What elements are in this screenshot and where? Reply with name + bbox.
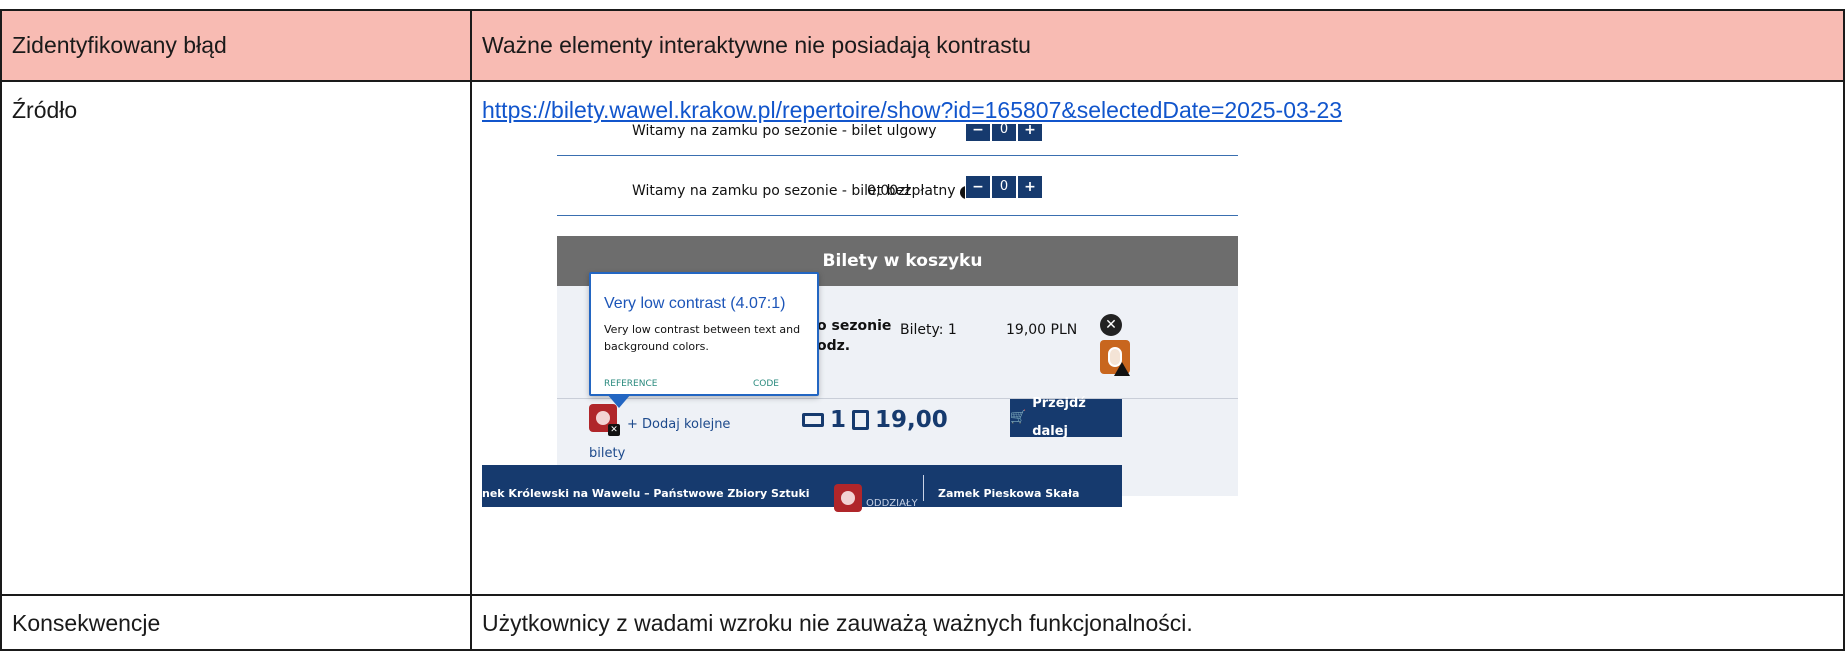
tooltip-code-link[interactable]: CODE [753,370,779,398]
contrast-tooltip: Very low contrast (4.07:1) Very low cont… [589,272,819,396]
value-identified-error: Ważne elementy interaktywne nie posiadaj… [470,9,1845,82]
footer-divider [923,475,924,501]
add-more-tickets-link[interactable]: + Dodaj kolejne [627,411,730,439]
cart-item-title: po sezonie godz. [807,316,891,356]
ticket-price: 0,00zł [867,183,910,199]
proceed-button-label: Przejdź dalej [1032,396,1086,439]
cart-summary: 1 19,00 [802,406,948,434]
qty-stepper: − 0 + [965,175,1043,199]
source-link[interactable]: https://bilety.wawel.krakow.pl/repertoir… [482,97,1342,123]
ticket-row-cut-text: Witamy na zamku po sezonie - bilet ulgow… [632,124,937,139]
row-source: Źródło https://bilety.wawel.krakow.pl/re… [0,80,1845,596]
calculator-icon [852,410,870,430]
qty-value: 0 [991,175,1017,199]
add-more-tickets-link-cont[interactable]: bilety [589,440,625,468]
warning-icon [1114,362,1130,376]
summary-total: 19,00 [875,407,948,433]
tooltip-body: Very low contrast between text and backg… [604,323,801,353]
cart-item-line2: godz. [807,338,851,354]
footer-left-link[interactable]: nek Królewski na Wawelu – Państwowe Zbio… [482,480,810,508]
source-cell: https://bilety.wawel.krakow.pl/repertoir… [470,80,1845,596]
cart-icon: 🛒 [1010,410,1027,425]
ticket-name: Witamy na zamku po sezonie - bilet bezpł… [632,177,973,205]
label-source: Źródło [0,80,472,596]
row-consequences: Konsekwencje Użytkownicy z wadami wzroku… [0,594,1845,651]
cart-divider [557,398,1238,399]
contrast-error-icon-footer[interactable] [834,484,862,512]
qty-minus-button[interactable]: − [965,175,991,199]
tooltip-title: Very low contrast (4.07:1) [604,295,786,312]
qty-value-cut: 0 [991,124,1017,142]
ticket-icon [802,413,824,427]
proceed-button[interactable]: 🛒 Przejdź dalej [1010,396,1122,439]
footer-branches-label: ODDZIAŁY [866,498,918,509]
summary-count: 1 [830,407,847,433]
close-icon: ✕ [608,424,620,436]
qty-stepper-cut: − 0 + [965,124,1043,142]
cart-ticket-count: Bilety: 1 [900,322,957,338]
row-identified-error: Zidentyfikowany błąd Ważne elementy inte… [0,9,1845,82]
value-consequences: Użytkownicy z wadami wzroku nie zauważą … [470,594,1845,651]
label-identified-error: Zidentyfikowany błąd [0,9,472,82]
qty-plus-button[interactable]: + [1017,175,1043,199]
cart-item-price: 19,00 PLN [1006,322,1078,338]
report-table: Zidentyfikowany błąd Ważne elementy inte… [0,9,1845,651]
cart-item-line1: po sezonie [807,318,892,334]
embedded-screenshot: Witamy na zamku po sezonie - bilet ulgow… [482,124,1238,594]
footer-right-link[interactable]: Zamek Pieskowa Skała [938,480,1079,508]
qty-minus-cut[interactable]: − [965,124,991,142]
label-consequences: Konsekwencje [0,594,472,651]
qty-plus-cut[interactable]: + [1017,124,1043,142]
remove-item-icon[interactable]: ✕ [1100,314,1122,336]
